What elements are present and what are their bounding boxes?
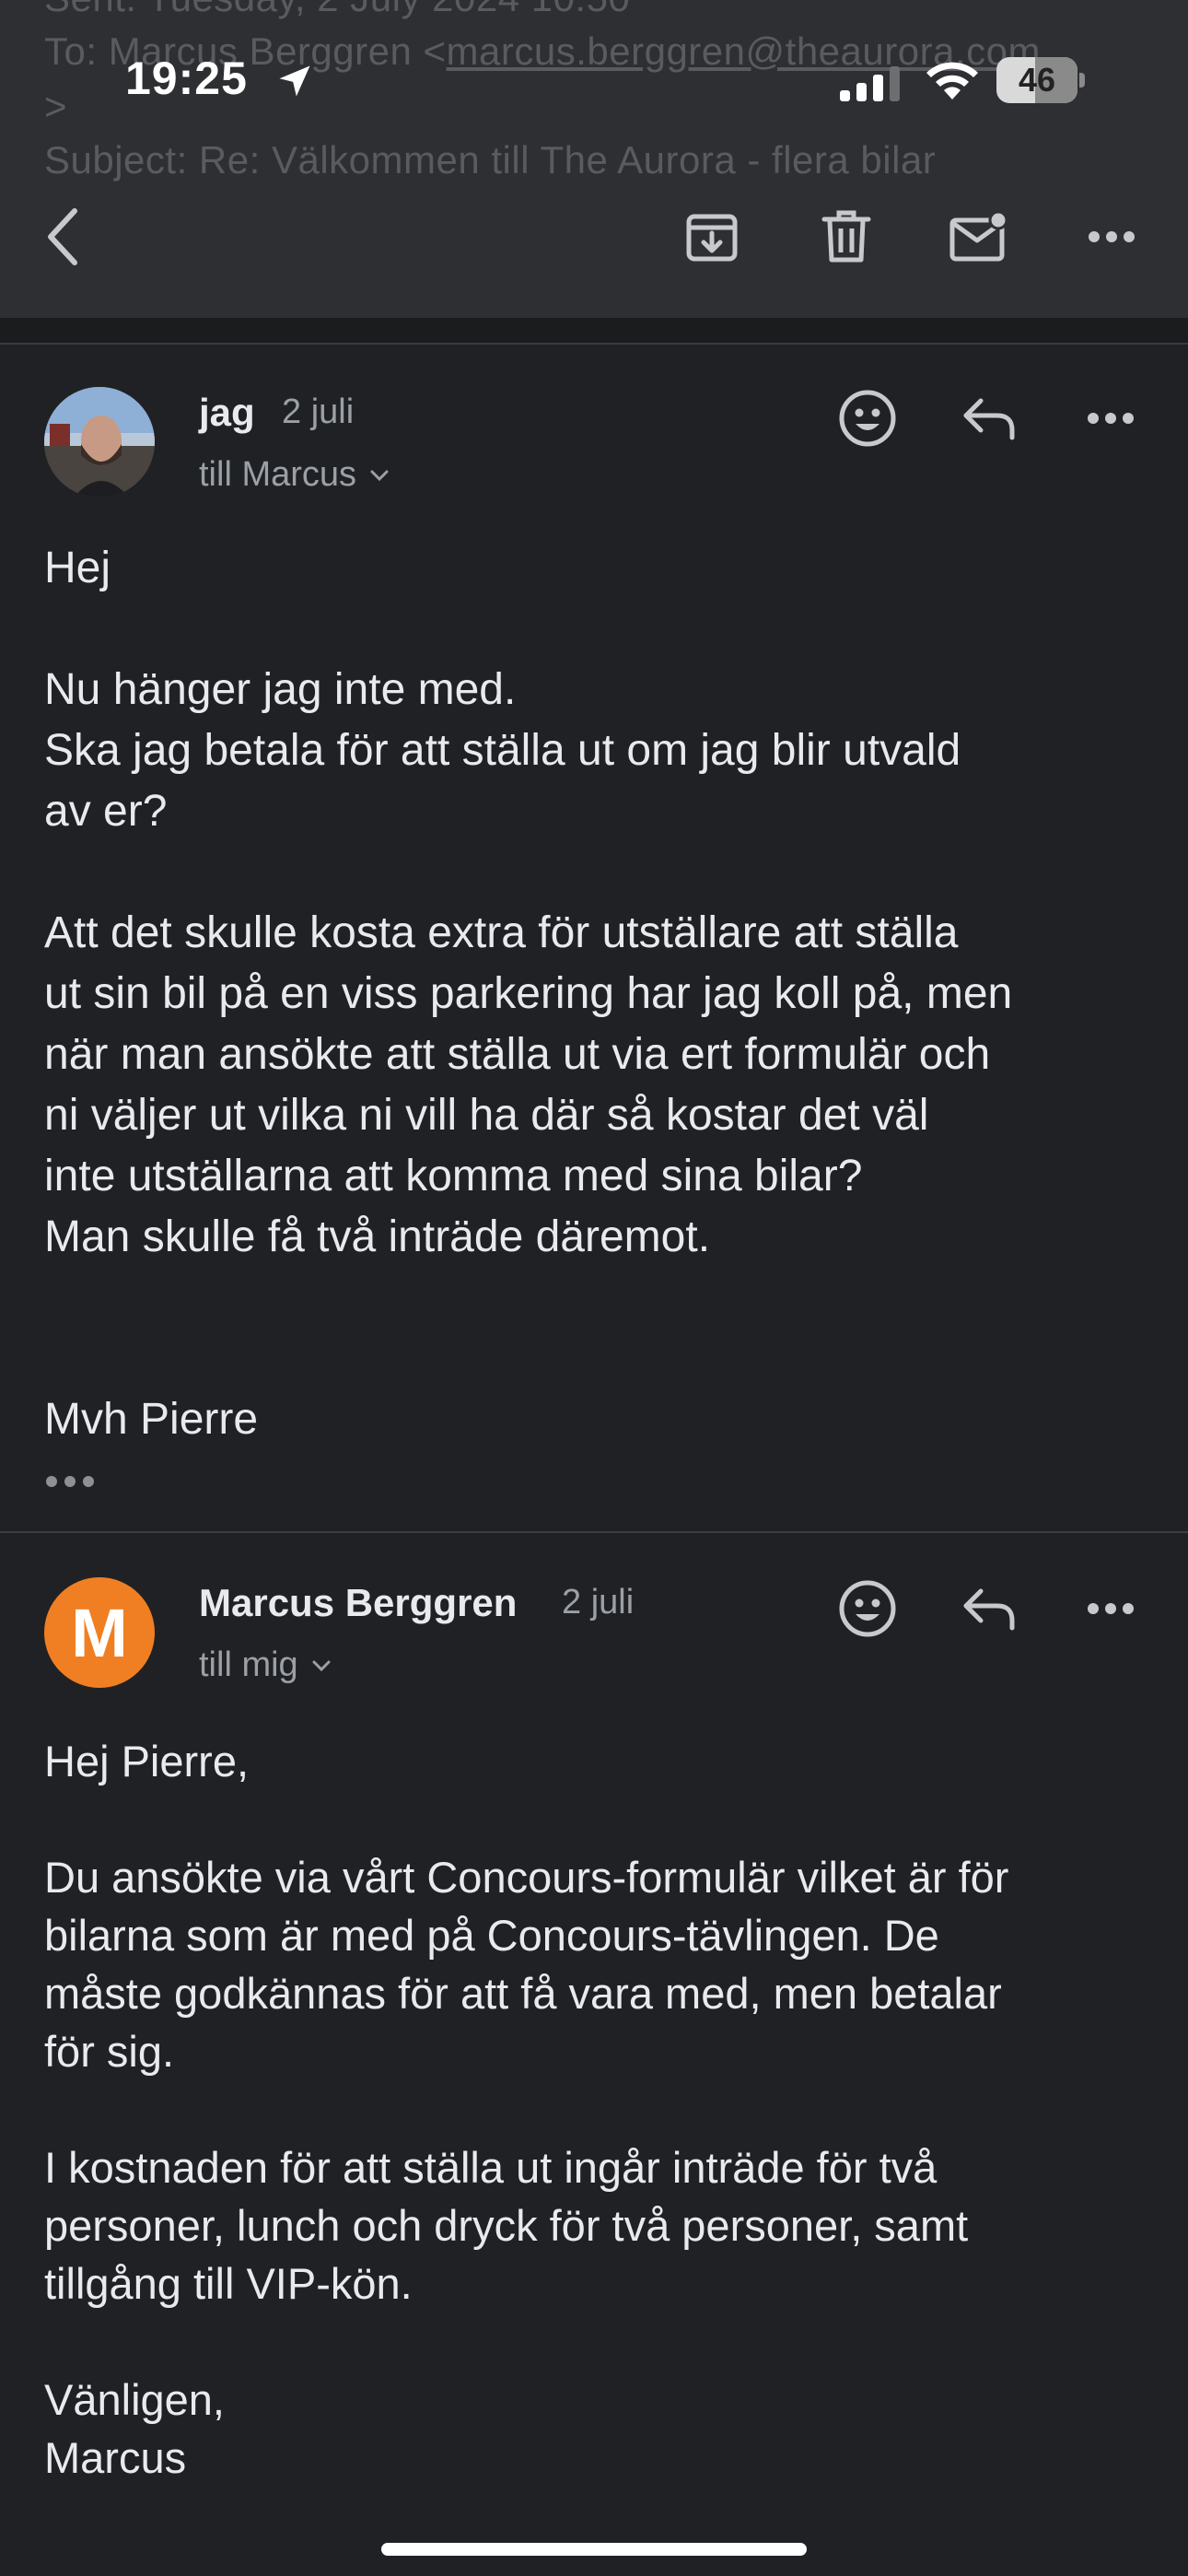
- battery-level: 46: [1018, 61, 1056, 99]
- reply-button[interactable]: [954, 1574, 1024, 1644]
- message-divider: [0, 1531, 1188, 1533]
- emoji-icon: [839, 390, 896, 447]
- wifi-icon: [926, 62, 978, 100]
- mark-unread-icon: [949, 210, 1008, 262]
- message-date: 2 juli: [562, 1583, 635, 1622]
- show-trimmed-content-button[interactable]: [46, 1472, 98, 1491]
- status-time: 19:25: [125, 53, 248, 104]
- avatar[interactable]: M: [44, 1577, 155, 1688]
- more-icon: [1088, 413, 1134, 424]
- message-more-button[interactable]: [1076, 383, 1146, 453]
- cellular-signal-icon: [840, 66, 900, 101]
- profile-photo-icon: [44, 387, 155, 498]
- battery-icon: 46: [996, 57, 1085, 103]
- reply-button[interactable]: [954, 383, 1024, 453]
- sender-name: jag: [199, 391, 255, 434]
- more-icon: [1089, 231, 1135, 242]
- reply-icon: [963, 1588, 1015, 1631]
- archive-icon: [686, 214, 738, 262]
- delete-button[interactable]: [814, 205, 879, 269]
- add-reaction-button[interactable]: [833, 383, 903, 453]
- location-arrow-icon: [279, 65, 310, 97]
- recipient-label: till mig: [199, 1645, 298, 1684]
- trash-icon: [821, 210, 871, 263]
- message-body: Hej Pierre, Du ansökte via vårt Concours…: [44, 1737, 1009, 2482]
- home-indicator[interactable]: [381, 2543, 807, 2556]
- header-divider: [0, 343, 1188, 345]
- recipient-toggle[interactable]: till Marcus: [199, 455, 390, 495]
- add-reaction-button[interactable]: [833, 1574, 903, 1644]
- message-more-button[interactable]: [1076, 1574, 1146, 1644]
- back-icon: [48, 208, 77, 265]
- avatar[interactable]: [44, 387, 155, 498]
- chevron-down-icon: [370, 470, 389, 481]
- sender-name: Marcus Berggren: [199, 1581, 518, 1624]
- recipient-label: till Marcus: [199, 455, 357, 494]
- message-body: Hej Nu hänger jag inte med. Ska jag beta…: [44, 544, 1013, 1444]
- emoji-icon: [839, 1580, 896, 1637]
- more-icon: [1088, 1603, 1134, 1614]
- mark-unread-button[interactable]: [947, 205, 1011, 269]
- back-button[interactable]: [31, 205, 96, 269]
- archive-button[interactable]: [680, 205, 744, 269]
- reply-icon: [963, 398, 1015, 440]
- top-header: Sent: Tuesday, 2 July 2024 10:50 To: Mar…: [0, 0, 1188, 318]
- header-separator: [0, 318, 1188, 344]
- recipient-toggle[interactable]: till mig: [199, 1645, 332, 1685]
- message-date: 2 juli: [282, 392, 355, 431]
- status-bar: 19:25 46: [0, 0, 1188, 157]
- chevron-down-icon: [312, 1660, 331, 1671]
- more-options-button[interactable]: [1079, 205, 1144, 269]
